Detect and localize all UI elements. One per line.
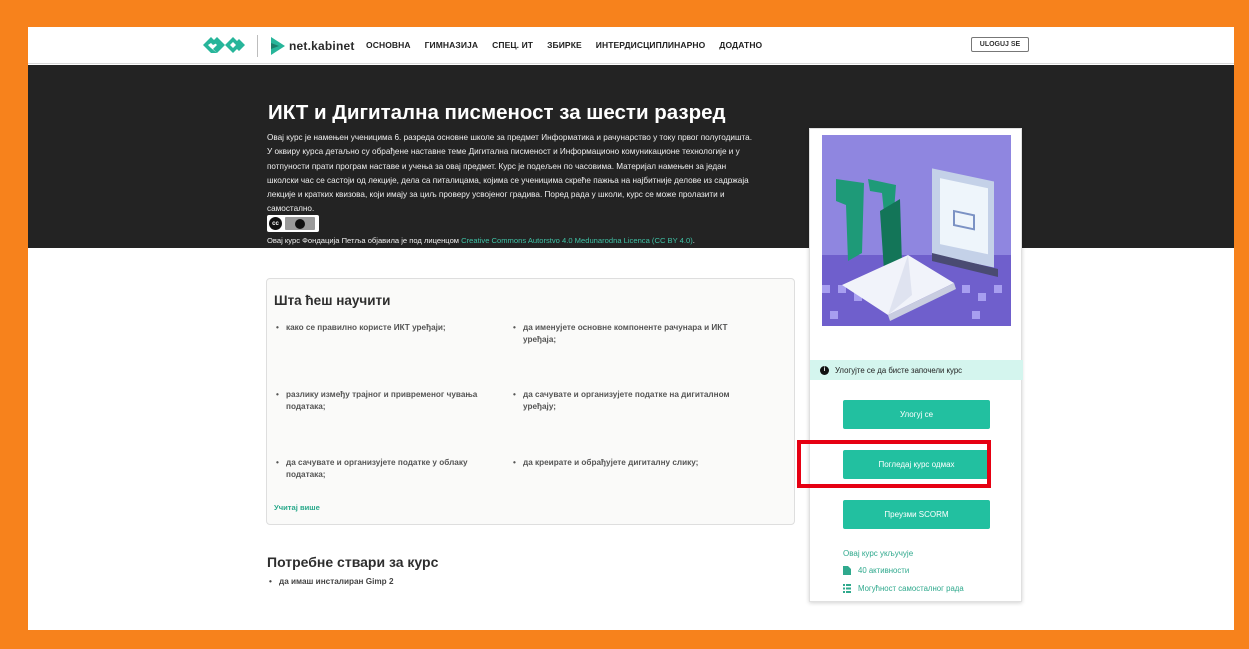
document-icon bbox=[843, 566, 851, 575]
menu-item-osnovna[interactable]: ОСНОВНА bbox=[366, 40, 411, 50]
learn-item: да сачувате и организујете податке на ди… bbox=[513, 389, 733, 413]
page-title: ИКТ и Дигитална писменост за шести разре… bbox=[268, 101, 726, 124]
menu-item-spec-it[interactable]: СПЕЦ. ИТ bbox=[492, 40, 533, 50]
list-icon bbox=[843, 584, 851, 593]
learn-item: разлику између трајног и привременог чув… bbox=[276, 389, 496, 413]
cc-icon: cc bbox=[269, 217, 282, 230]
load-more-link[interactable]: Учитај више bbox=[274, 503, 320, 512]
browser-viewport: net.kabinet ОСНОВНА ГИМНАЗИЈА СПЕЦ. ИТ З… bbox=[28, 27, 1234, 630]
license-text: Овај курс Фондација Петља објавила је по… bbox=[267, 236, 695, 245]
login-button[interactable]: Улогуј се bbox=[843, 400, 990, 429]
activities-row: 40 активности bbox=[843, 566, 909, 575]
course-card: i Улогујте се да бисте започели курс Уло… bbox=[809, 128, 1023, 602]
includes-title: Овај курс укључује bbox=[843, 549, 914, 558]
login-notice: i Улогујте се да бисте започели курс bbox=[810, 360, 1023, 380]
self-paced-row: Могућност самосталног рада bbox=[843, 584, 964, 593]
self-paced-text: Могућност самосталног рада bbox=[858, 584, 964, 593]
logo-divider bbox=[257, 35, 258, 57]
license-suffix: . bbox=[692, 236, 695, 245]
download-scorm-button[interactable]: Преузми SCORM bbox=[843, 500, 990, 529]
learn-item: да креирате и обрађујете дигиталну слику… bbox=[513, 457, 733, 469]
learn-item: како се правилно користе ИКТ уређаји; bbox=[276, 322, 496, 334]
kabinet-logo-icon bbox=[271, 37, 285, 55]
activities-count: 40 активности bbox=[858, 566, 910, 575]
highlight-box bbox=[797, 440, 991, 488]
learn-item: да именујете основне компоненте рачунара… bbox=[513, 322, 733, 346]
petlja-logo-icon[interactable] bbox=[203, 34, 245, 56]
brand-link[interactable]: net.kabinet bbox=[271, 36, 355, 56]
header-login-button[interactable]: ULOGUJ SE bbox=[971, 37, 1029, 52]
learn-item: да сачувате и организујете податке у обл… bbox=[276, 457, 496, 481]
requirement-item: да имаш инсталиран Gimp 2 bbox=[269, 577, 394, 586]
menu-item-dodatno[interactable]: ДОДАТНО bbox=[719, 40, 762, 50]
license-link[interactable]: Creative Commons Autorstvo 4.0 Medunarod… bbox=[461, 236, 693, 245]
info-icon: i bbox=[820, 365, 829, 375]
requirements-title: Потребне ствари за курс bbox=[267, 554, 439, 570]
learn-title: Шта ћеш научити bbox=[274, 293, 391, 308]
brand-name: net.kabinet bbox=[289, 39, 355, 53]
menu-item-gimnazija[interactable]: ГИМНАЗИЈА bbox=[425, 40, 479, 50]
course-thumbnail bbox=[822, 135, 1011, 326]
license-prefix: Овај курс Фондација Петља објавила је по… bbox=[267, 236, 462, 245]
login-notice-text: Улогујте се да бисте започели курс bbox=[835, 365, 963, 375]
main-menu: ОСНОВНА ГИМНАЗИЈА СПЕЦ. ИТ ЗБИРКЕ ИНТЕРД… bbox=[366, 40, 762, 50]
by-attribution-icon bbox=[285, 217, 315, 230]
menu-item-zbirke[interactable]: ЗБИРКЕ bbox=[547, 40, 582, 50]
learn-section: Шта ћеш научити како се правилно користе… bbox=[266, 278, 795, 525]
cc-license-badge[interactable]: cc bbox=[267, 215, 319, 232]
top-navbar: net.kabinet ОСНОВНА ГИМНАЗИЈА СПЕЦ. ИТ З… bbox=[28, 27, 1234, 64]
course-description: Овај курс је намењен ученицима 6. разред… bbox=[267, 133, 753, 214]
menu-item-interdisciplinarno[interactable]: ИНТЕРДИСЦИПЛИНАРНО bbox=[596, 40, 706, 50]
